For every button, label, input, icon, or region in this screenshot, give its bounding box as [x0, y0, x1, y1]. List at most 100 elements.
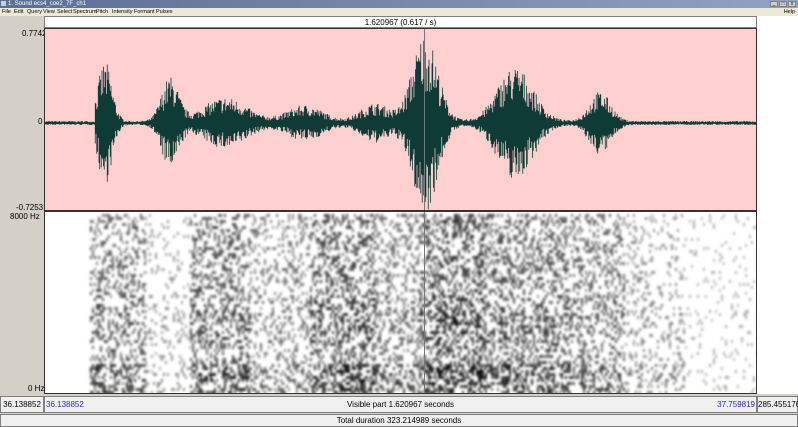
menu-query[interactable]: Query: [27, 8, 42, 16]
spectrogram-cell: [541, 346, 543, 349]
waveform-panel[interactable]: [44, 28, 757, 211]
spectrogram-cell: [519, 220, 521, 223]
spectrogram-cell: [493, 262, 495, 265]
spectrogram-cell: [525, 232, 527, 235]
menu-select[interactable]: Select: [57, 8, 72, 16]
spectrogram-cell: [438, 373, 440, 376]
spectrogram-cell: [348, 367, 350, 370]
spectrogram-cell: [360, 256, 362, 259]
spectrogram-cell: [430, 310, 432, 313]
spectrogram-cell: [354, 298, 356, 301]
spectrogram-cell: [541, 286, 543, 289]
spectrogram-cell: [290, 244, 292, 247]
spectrogram-cell: [208, 373, 210, 376]
spectrogram-cell: [280, 373, 282, 376]
spectrogram-cell: [306, 304, 308, 307]
spectrogram-cell: [383, 223, 385, 226]
menu-help[interactable]: Help: [784, 8, 795, 16]
spectrogram-cell: [144, 358, 146, 361]
spectrogram-cell: [499, 241, 501, 244]
selection-duration-bar[interactable]: 1.620967 (0.617 / s): [44, 16, 757, 28]
spectrogram-cell: [316, 301, 318, 304]
spectrogram-cell: [547, 355, 549, 358]
spectrogram-cell: [124, 328, 126, 331]
menu-formant[interactable]: Formant: [134, 8, 154, 16]
menu-pitch[interactable]: Pitch: [96, 8, 108, 16]
spectrogram-cell: [403, 349, 405, 352]
spectrogram-cell: [268, 340, 270, 343]
spectrogram-cell: [389, 319, 391, 322]
menu-intensity[interactable]: Intensity: [112, 8, 132, 16]
spectrogram-cell: [482, 307, 484, 310]
spectrogram-cell: [202, 364, 204, 367]
spectrogram-cell: [151, 343, 153, 346]
spectrogram-cell: [112, 355, 114, 358]
spectrogram-cell: [501, 379, 503, 382]
spectrogram-cell: [194, 340, 196, 343]
spectrogram-cell: [364, 355, 366, 358]
spectrogram-cell: [375, 271, 377, 274]
spectrogram-cell: [108, 322, 110, 325]
spectrogram-cell: [346, 319, 348, 322]
spectrogram-cell: [147, 247, 149, 250]
spectrogram-panel[interactable]: [44, 211, 757, 394]
spectrogram-cell: [411, 340, 413, 343]
maximize-button[interactable]: □: [779, 1, 787, 7]
spectrogram-cell: [230, 238, 232, 241]
spectrogram-cell: [405, 286, 407, 289]
spectrogram-cell: [126, 376, 128, 379]
spectrogram-cell: [144, 241, 146, 244]
minimize-button[interactable]: _: [770, 1, 778, 7]
spectrogram-cell: [370, 238, 372, 241]
spectrogram-cell: [202, 361, 204, 364]
spectrogram-cell: [322, 256, 324, 259]
menu-view[interactable]: View: [43, 8, 55, 16]
spectrogram-cell: [409, 229, 411, 232]
spectrogram-cell: [417, 361, 419, 364]
spectrogram-cell: [338, 385, 340, 388]
spectrogram-cell: [501, 214, 503, 217]
spectrogram-cell: [489, 214, 491, 217]
close-button[interactable]: x: [788, 1, 796, 7]
spectrogram-cell: [214, 262, 216, 265]
spectrogram-cell: [426, 373, 428, 376]
spectrogram-cell: [240, 373, 242, 376]
spectrogram-cell: [322, 376, 324, 379]
spectrogram-cell: [300, 256, 302, 259]
spectrogram-cell: [452, 382, 454, 385]
menu-pulses[interactable]: Pulses: [156, 8, 173, 16]
spectrogram-cell: [527, 346, 529, 349]
spectrogram-cell: [346, 376, 348, 379]
spectrogram-cell: [124, 367, 126, 370]
spectrogram-cell: [336, 328, 338, 331]
spectrogram-cell: [242, 244, 244, 247]
time-cursor[interactable]: [424, 29, 425, 210]
spectrogram-cell: [290, 289, 292, 292]
spectrogram-cell: [106, 238, 108, 241]
spectrogram-cell: [428, 301, 430, 304]
spectrogram-cell: [440, 316, 442, 319]
spectrogram-cell: [476, 319, 478, 322]
spectrogram-cell: [220, 307, 222, 310]
spectrogram-cell: [399, 322, 401, 325]
spectrogram-cell: [244, 253, 246, 256]
spectrogram-cell: [497, 259, 499, 262]
spectrogram-cell: [140, 241, 142, 244]
spectrogram-cell: [364, 295, 366, 298]
spectrogram-cell: [326, 271, 328, 274]
menu-edit[interactable]: Edit: [14, 8, 23, 16]
spectrogram-cell: [134, 379, 136, 382]
spectrogram-cell: [94, 229, 96, 232]
menu-spectrum[interactable]: Spectrum: [73, 8, 97, 16]
spectrogram-cell: [472, 229, 474, 232]
spectrogram-cell: [206, 247, 208, 250]
spectrogram-cell: [446, 280, 448, 283]
spectrogram-cell: [276, 262, 278, 265]
spectrogram-cell: [183, 313, 185, 316]
spectrogram-cell: [454, 307, 456, 310]
spectrogram-cell: [391, 247, 393, 250]
spectrogram-cell: [420, 283, 422, 286]
spectrogram-cell: [122, 340, 124, 343]
menu-file[interactable]: File: [2, 8, 11, 16]
spectrogram-cell: [208, 298, 210, 301]
